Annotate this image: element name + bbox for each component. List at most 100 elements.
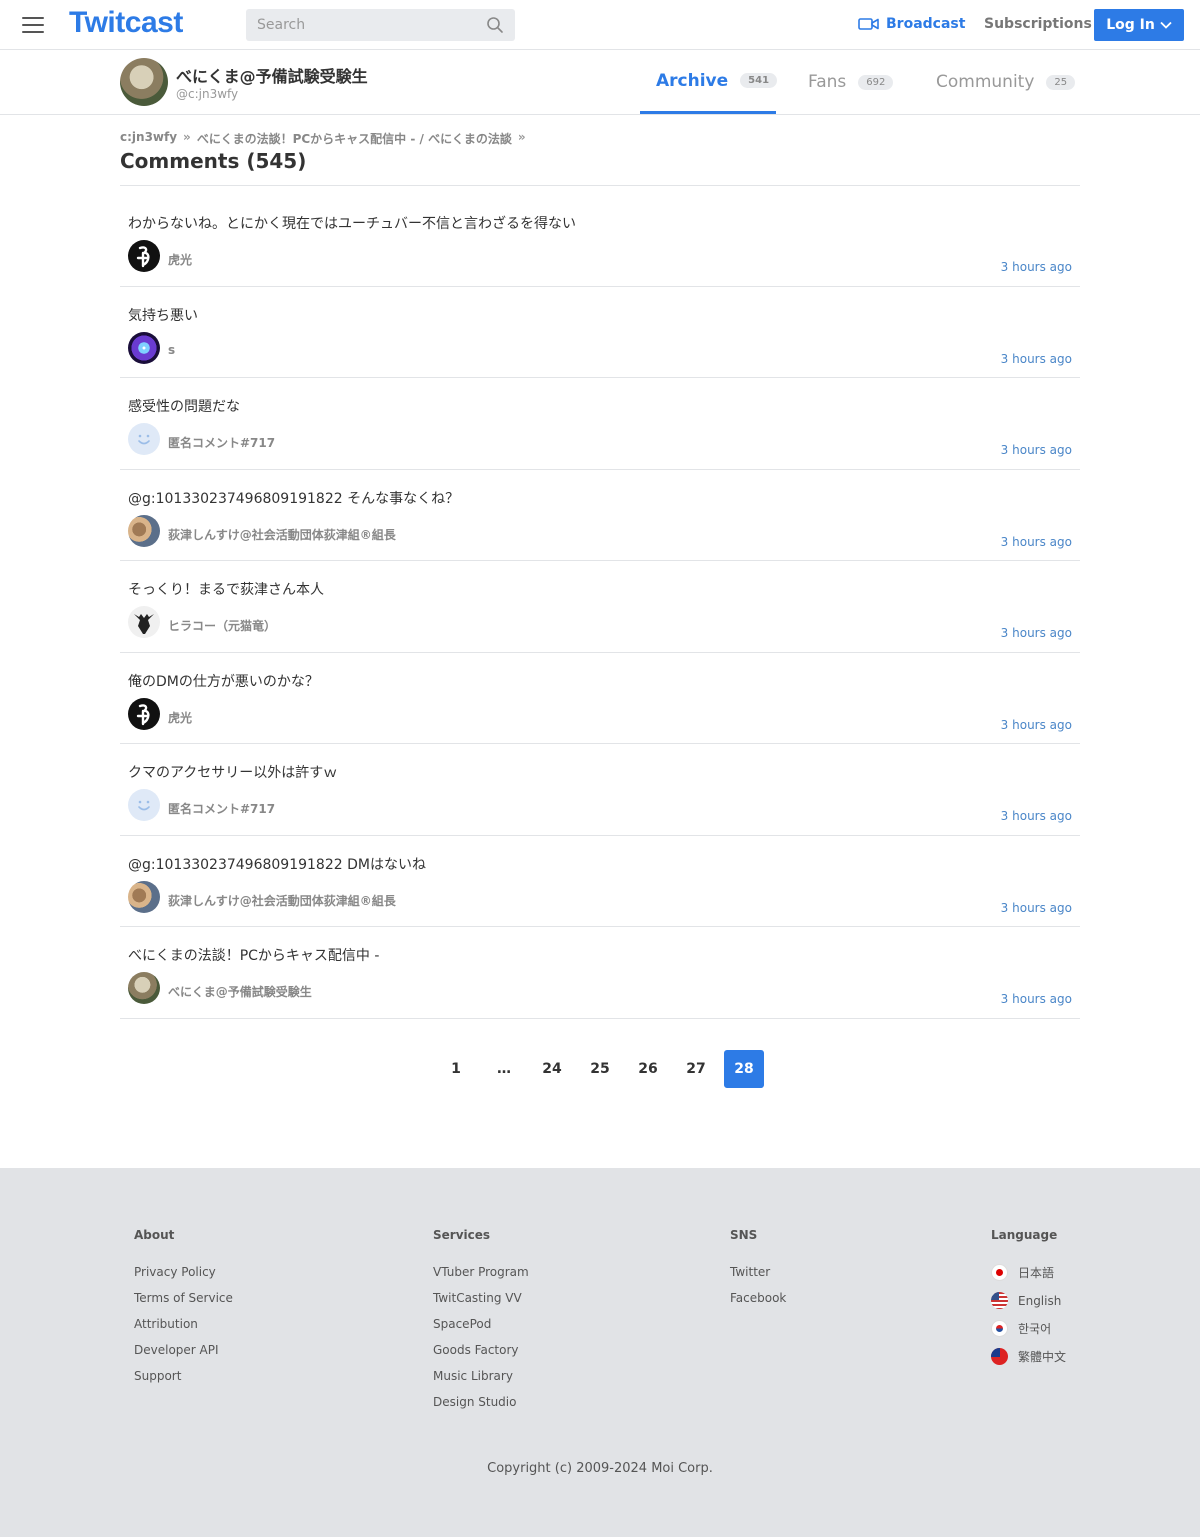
comment-time[interactable]: 3 hours ago (1001, 626, 1072, 640)
twitcasting-vv-link[interactable]: TwitCasting VV (433, 1290, 529, 1306)
comment-text: わからないね。とにかく現在ではユーチュバー不信と言わざるを得ない (128, 216, 576, 232)
usa-flag-icon (991, 1292, 1008, 1309)
breadcrumb-separator: » (183, 130, 191, 144)
language-english[interactable]: English (991, 1292, 1066, 1309)
spacepod-link[interactable]: SpacePod (433, 1316, 529, 1332)
comment-item: クマのアクセサリー以外は許すｗ 匿名コメント#717 3 hours ago (120, 744, 1080, 836)
language-korean[interactable]: 한국어 (991, 1320, 1066, 1337)
user-avatar[interactable] (128, 972, 160, 1004)
comment-item: そっくり！まるで荻津さん本人 ヒラコー（元猫竜） 3 hours ago (120, 561, 1080, 653)
twitter-link[interactable]: Twitter (730, 1264, 786, 1280)
anonymous-avatar[interactable] (128, 423, 160, 455)
profile-name[interactable]: べにくま@予備試験受験生 (176, 63, 368, 87)
comment-time[interactable]: 3 hours ago (1001, 535, 1072, 549)
comment-time[interactable]: 3 hours ago (1001, 260, 1072, 274)
comment-list: わからないね。とにかく現在ではユーチュバー不信と言わざるを得ない 虎光 3 ho… (120, 195, 1080, 1019)
broadcast-button[interactable]: Broadcast (858, 16, 965, 32)
comment-time[interactable]: 3 hours ago (1001, 901, 1072, 915)
tab-fans[interactable]: Fans 692 (808, 50, 894, 114)
page-link-26[interactable]: 26 (628, 1050, 668, 1088)
user-avatar[interactable] (128, 697, 160, 730)
profile-avatar[interactable] (120, 58, 168, 106)
comment-user-name[interactable]: 匿名コメント#717 (168, 800, 275, 817)
breadcrumb-user-link[interactable]: c:jn3wfy (120, 130, 177, 147)
user-avatar[interactable] (128, 606, 160, 638)
attribution-link[interactable]: Attribution (134, 1316, 233, 1332)
goods-factory-link[interactable]: Goods Factory (433, 1342, 529, 1358)
comment-user-name[interactable]: 荻津しんすけ@社会活動団体荻津組®組長 (168, 892, 396, 909)
comment-text: @g:101330237496809191822 DMはないね (128, 856, 426, 873)
language-label: English (1018, 1293, 1062, 1308)
comment-item: 気持ち悪い s 3 hours ago (120, 287, 1080, 378)
breadcrumb-movie-link[interactable]: べにくまの法談！PCからキャス配信中 - / べにくまの法談 (197, 130, 512, 147)
twitcast-logo[interactable]: Twitcast (69, 6, 183, 40)
page-link-current[interactable]: 28 (724, 1050, 764, 1088)
comment-user-name[interactable]: 荻津しんすけ@社会活動団体荻津組®組長 (168, 526, 396, 543)
tab-community[interactable]: Community 25 (936, 50, 1076, 114)
anonymous-avatar[interactable] (128, 789, 160, 821)
comment-item: わからないね。とにかく現在ではユーチュバー不信と言わざるを得ない 虎光 3 ho… (120, 195, 1080, 287)
footer-heading: SNS (730, 1228, 758, 1242)
tab-label: Archive (656, 70, 729, 91)
language-japanese[interactable]: 日本語 (991, 1264, 1066, 1281)
comment-user-name[interactable]: べにくま@予備試験受験生 (168, 983, 312, 1000)
support-link[interactable]: Support (134, 1368, 233, 1384)
subscriptions-link[interactable]: Subscriptions (984, 16, 1092, 32)
comment-item: @g:101330237496809191822 DMはないね 荻津しんすけ@社… (120, 836, 1080, 927)
privacy-policy-link[interactable]: Privacy Policy (134, 1264, 233, 1280)
comment-text: 気持ち悪い (128, 307, 198, 324)
japan-flag-icon (991, 1264, 1008, 1281)
terms-link[interactable]: Terms of Service (134, 1290, 233, 1306)
user-avatar[interactable] (128, 240, 160, 272)
page-link-1[interactable]: 1 (436, 1050, 476, 1088)
taiwan-flag-icon (991, 1348, 1008, 1365)
comment-time[interactable]: 3 hours ago (1001, 809, 1072, 823)
footer-sns: SNS Twitter Facebook (730, 1228, 786, 1316)
chevron-down-icon (1160, 21, 1172, 29)
comment-user-name[interactable]: 匿名コメント#717 (168, 434, 275, 451)
breadcrumb: c:jn3wfy » べにくまの法談！PCからキャス配信中 - / べにくまの法… (120, 130, 526, 147)
footer: About Privacy Policy Terms of Service At… (0, 1168, 1200, 1537)
comment-text: 感受性の問題だな (128, 399, 240, 415)
page-link-24[interactable]: 24 (532, 1050, 572, 1088)
page-ellipsis: … (497, 1061, 511, 1077)
music-library-link[interactable]: Music Library (433, 1368, 529, 1384)
developer-api-link[interactable]: Developer API (134, 1342, 233, 1358)
profile-id: @c:jn3wfy (176, 87, 239, 101)
footer-about: About Privacy Policy Terms of Service At… (134, 1228, 233, 1394)
comment-user-name[interactable]: 虎光 (168, 251, 192, 268)
language-traditional-chinese[interactable]: 繁體中文 (991, 1348, 1066, 1365)
tab-label: Community (936, 72, 1035, 92)
hamburger-menu-icon[interactable] (22, 17, 44, 33)
comment-time[interactable]: 3 hours ago (1001, 443, 1072, 457)
top-header: Twitcast Broadcast Subscriptions Log In (0, 0, 1200, 50)
search-input[interactable] (246, 9, 466, 41)
user-avatar[interactable] (128, 514, 160, 547)
user-avatar[interactable] (128, 331, 160, 364)
vtuber-program-link[interactable]: VTuber Program (433, 1264, 529, 1280)
sanskrit-glyph-icon (136, 246, 150, 268)
comment-text: べにくまの法談！PCからキャス配信中 - (128, 948, 380, 964)
comment-item: @g:101330237496809191822 そんな事なくね？ 荻津しんすけ… (120, 470, 1080, 561)
footer-services: Services VTuber Program TwitCasting VV S… (433, 1228, 529, 1420)
comment-text: 俺のDMの仕方が悪いのかな？ (128, 673, 319, 690)
divider (120, 185, 1080, 186)
login-label: Log In (1106, 17, 1155, 33)
design-studio-link[interactable]: Design Studio (433, 1394, 529, 1410)
comment-user-name[interactable]: 虎光 (168, 709, 192, 726)
comment-time[interactable]: 3 hours ago (1001, 992, 1072, 1006)
comment-time[interactable]: 3 hours ago (1001, 718, 1072, 732)
footer-heading: Language (991, 1228, 1058, 1242)
login-button[interactable]: Log In (1094, 9, 1184, 41)
facebook-link[interactable]: Facebook (730, 1290, 786, 1306)
sanskrit-glyph-icon (136, 703, 150, 725)
comment-user-name[interactable]: s (168, 343, 175, 357)
user-avatar[interactable] (128, 880, 160, 913)
comment-time[interactable]: 3 hours ago (1001, 352, 1072, 366)
page-link-25[interactable]: 25 (580, 1050, 620, 1088)
page-link-27[interactable]: 27 (676, 1050, 716, 1088)
search-icon[interactable] (486, 16, 504, 34)
comment-user-name[interactable]: ヒラコー（元猫竜） (168, 617, 276, 634)
tab-archive[interactable]: Archive 541 (640, 50, 778, 114)
comment-text: @g:101330237496809191822 そんな事なくね？ (128, 490, 460, 507)
